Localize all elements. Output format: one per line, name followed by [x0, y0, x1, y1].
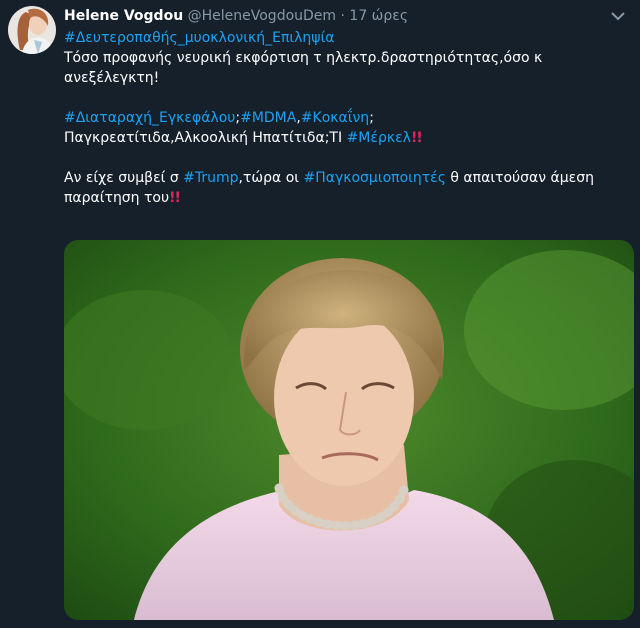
tweet-timestamp[interactable]: 17 ώρες — [349, 8, 408, 24]
author-name[interactable]: Helene Vogdou — [64, 8, 183, 24]
double-exclamation-emoji: !! — [410, 130, 423, 146]
text-line-2: Τόσο προφανής νευρική εκφόρτιση τ ηλεκτρ… — [64, 50, 543, 66]
text-line-5: Παγκρεατίτιδα,Αλκοολική Ηπατίτιδα;ΤΙ #Μέ… — [64, 128, 624, 148]
text-line-6: Αν είχε συμβεί σ #Trump,τώρα οι #Παγκοσμ… — [64, 168, 624, 188]
hashtag-link[interactable]: #Μέρκελ — [347, 130, 411, 146]
hashtag-link[interactable]: #Παγκοσμιοποιητές — [303, 170, 446, 186]
author-handle[interactable]: @HeleneVogdouDem — [188, 8, 336, 24]
text-line-3: ανεξέλεγκτη! — [64, 70, 160, 86]
tweet-text: #Δευτεροπαθής_μυοκλονική_Επιληψία Τόσο π… — [64, 28, 624, 208]
text-fragment: παραίτηση του — [64, 190, 170, 206]
text-line-7: παραίτηση του!! — [64, 188, 624, 208]
avatar-photo — [8, 6, 56, 54]
text-line-1: #Δευτεροπαθής_μυοκλονική_Επιληψία — [64, 28, 624, 48]
avatar[interactable] — [8, 6, 56, 54]
tweet-media-photo[interactable] — [64, 240, 634, 620]
hashtag-link[interactable]: #Κοκαΐνη — [301, 110, 369, 126]
photo-image — [64, 240, 634, 620]
separator-dot: · — [340, 8, 345, 24]
hashtag-link[interactable]: #Δευτεροπαθής_μυοκλονική_Επιληψία — [64, 30, 334, 46]
text-line-4: #Διαταραχή_Εγκεφάλου;#MDMA,#Κοκαΐνη; — [64, 108, 624, 128]
text-fragment: Αν είχε συμβεί σ — [64, 170, 184, 186]
hashtag-link[interactable]: #MDMA — [240, 110, 296, 126]
tweet[interactable]: Helene Vogdou @HeleneVogdouDem · 17 ώρες… — [0, 0, 640, 628]
double-exclamation-emoji: !! — [169, 190, 181, 206]
tweet-header: Helene Vogdou @HeleneVogdouDem · 17 ώρες — [64, 6, 600, 26]
chevron-down-icon[interactable] — [608, 6, 628, 26]
text-fragment: Παγκρεατίτιδα,Αλκοολική Ηπατίτιδα;ΤΙ — [64, 130, 347, 146]
text-fragment: ; — [369, 110, 374, 126]
hashtag-link[interactable]: #Trump — [183, 170, 238, 186]
text-fragment: θ απαιτούσαν άμεση — [445, 170, 594, 186]
text-fragment: ,τώρα οι — [238, 170, 304, 186]
hashtag-link[interactable]: #Διαταραχή_Εγκεφάλου — [64, 110, 235, 126]
